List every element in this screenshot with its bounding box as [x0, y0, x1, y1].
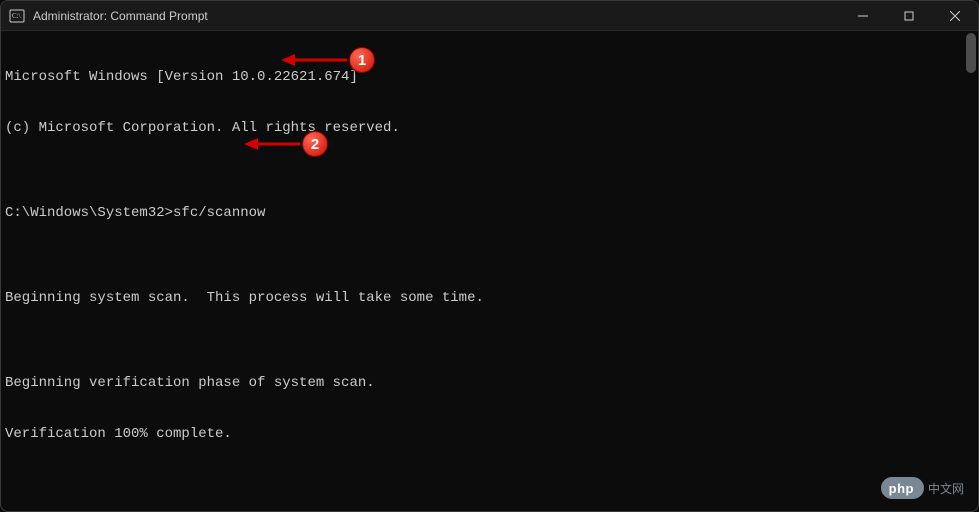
terminal-line: (c) Microsoft Corporation. All rights re…: [5, 120, 974, 137]
close-button[interactable]: [932, 1, 978, 30]
terminal-line: Verification 100% complete.: [5, 426, 974, 443]
minimize-button[interactable]: [840, 1, 886, 30]
window-title: Administrator: Command Prompt: [33, 9, 208, 23]
scrollbar-thumb[interactable]: [966, 33, 976, 73]
titlebar-left: C:\ Administrator: Command Prompt: [9, 8, 208, 24]
terminal-line: Beginning verification phase of system s…: [5, 375, 974, 392]
maximize-button[interactable]: [886, 1, 932, 30]
command-prompt-window: C:\ Administrator: Command Prompt Micros…: [0, 0, 979, 512]
terminal-line: Beginning system scan. This process will…: [5, 290, 974, 307]
vertical-scrollbar[interactable]: [966, 33, 976, 509]
titlebar[interactable]: C:\ Administrator: Command Prompt: [1, 1, 978, 31]
cmd-icon: C:\: [9, 8, 25, 24]
terminal-output[interactable]: Microsoft Windows [Version 10.0.22621.67…: [1, 31, 978, 511]
terminal-line: Microsoft Windows [Version 10.0.22621.67…: [5, 69, 974, 86]
terminal-line: C:\Windows\System32>sfc/scannow: [5, 205, 974, 222]
window-controls: [840, 1, 978, 30]
svg-text:C:\: C:\: [12, 12, 21, 20]
